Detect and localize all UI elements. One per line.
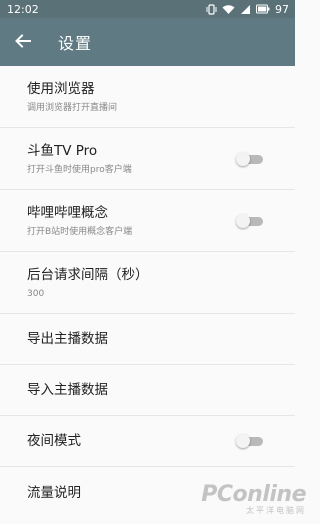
douyu-pro-toggle[interactable] — [236, 151, 264, 166]
setting-subtitle: 调用浏览器打开直播间 — [27, 102, 118, 113]
setting-subtitle: 打开斗鱼时使用pro客户端 — [27, 164, 132, 175]
toggle-thumb — [236, 213, 250, 228]
setting-night-mode[interactable]: 夜间模式 — [0, 416, 295, 467]
settings-list: 使用浏览器 调用浏览器打开直播间 斗鱼TV Pro 打开斗鱼时使用pro客户端 … — [0, 66, 295, 518]
setting-title: 导出主播数据 — [27, 331, 108, 347]
setting-export-data[interactable]: 导出主播数据 — [0, 314, 295, 365]
watermark-logo: PConline 太平洋电脑网 — [201, 482, 306, 516]
status-time: 12:02 — [7, 2, 39, 16]
battery-icon — [256, 4, 270, 14]
back-button[interactable] — [0, 18, 46, 66]
toggle-thumb — [236, 151, 250, 166]
app-bar: 设置 — [0, 18, 295, 66]
back-arrow-icon — [15, 33, 31, 52]
setting-douyu-pro[interactable]: 斗鱼TV Pro 打开斗鱼时使用pro客户端 — [0, 128, 295, 190]
night-mode-toggle[interactable] — [236, 434, 264, 448]
signal-icon — [240, 4, 251, 15]
bilibili-concept-toggle[interactable] — [236, 213, 264, 228]
status-icons: 97 — [206, 3, 289, 16]
vibrate-icon — [206, 3, 217, 15]
wifi-icon — [222, 4, 235, 15]
battery-level: 97 — [275, 2, 289, 16]
setting-title: 后台请求间隔（秒） — [27, 266, 149, 283]
setting-request-interval[interactable]: 后台请求间隔（秒） 300 — [0, 252, 295, 314]
setting-use-browser[interactable]: 使用浏览器 调用浏览器打开直播间 — [0, 66, 295, 128]
setting-bilibili-concept[interactable]: 哔哩哔哩概念 打开B站时使用概念客户端 — [0, 190, 295, 252]
setting-title: 使用浏览器 — [27, 80, 95, 97]
toggle-thumb — [236, 434, 250, 448]
setting-import-data[interactable]: 导入主播数据 — [0, 365, 295, 416]
setting-value: 300 — [27, 288, 45, 299]
status-bar: 12:02 97 — [0, 0, 295, 18]
watermark-brand: PConline — [201, 482, 306, 507]
setting-subtitle: 打开B站时使用概念客户端 — [27, 226, 133, 237]
setting-title: 导入主播数据 — [27, 382, 108, 398]
page-title: 设置 — [58, 34, 93, 53]
